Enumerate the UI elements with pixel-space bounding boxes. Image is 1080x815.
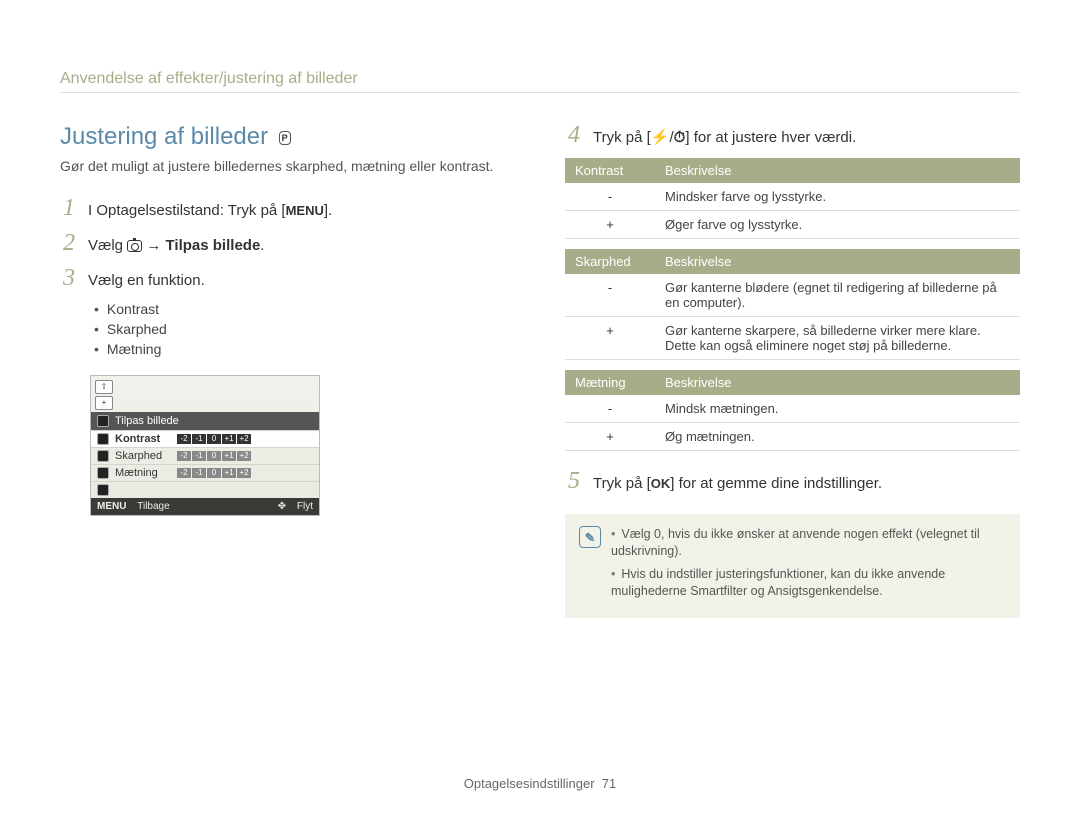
step-3-bullets: Kontrast Skarphed Mætning bbox=[94, 301, 515, 357]
th-beskrivelse: Beskrivelse bbox=[655, 249, 1020, 274]
camera-mode-icon: P bbox=[279, 131, 291, 145]
left-column: Justering af billeder P Gør det muligt a… bbox=[60, 123, 515, 618]
step-3: 3 Vælg en funktion. bbox=[60, 266, 515, 291]
timer-icon: ⏱ bbox=[674, 129, 686, 146]
th-maetning: Mætning bbox=[565, 370, 655, 395]
bullet-kontrast: Kontrast bbox=[94, 301, 515, 317]
lcd-row-label: Mætning bbox=[115, 467, 171, 479]
lcd-ticks: -2-10+1+2 bbox=[177, 468, 251, 478]
step-3-text: Vælg en funktion. bbox=[88, 266, 205, 291]
lcd-foot-left: Tilbage bbox=[137, 501, 169, 512]
table-row: +Øger farve og lysstyrke. bbox=[565, 211, 1020, 239]
lcd-icon-off: ⇧ bbox=[95, 380, 113, 394]
th-skarphed: Skarphed bbox=[565, 249, 655, 274]
step-5: 5 Tryk på [OK] for at gemme dine indstil… bbox=[565, 469, 1020, 494]
lcd-title-icon bbox=[97, 415, 109, 427]
note-icon: ✎ bbox=[579, 526, 601, 548]
lcd-ticks: -2-10+1+2 bbox=[177, 451, 251, 461]
lcd-foot-menu-key: MENU bbox=[97, 501, 126, 512]
lcd-row-icon bbox=[97, 467, 109, 479]
lcd-row-icon bbox=[97, 433, 109, 445]
th-kontrast: Kontrast bbox=[565, 158, 655, 183]
table-row: -Gør kanterne blødere (egnet til rediger… bbox=[565, 274, 1020, 317]
lcd-ticks: -2-10+1+2 bbox=[177, 434, 251, 444]
bullet-maetning: Mætning bbox=[94, 341, 515, 357]
table-row: -Mindsk mætningen. bbox=[565, 395, 1020, 423]
step-2-prefix: Vælg bbox=[88, 237, 127, 254]
table-row: +Gør kanterne skarpere, så billederne vi… bbox=[565, 317, 1020, 360]
step-2-bold: Tilpas billede bbox=[166, 237, 261, 254]
intro-text: Gør det muligt at justere billedernes sk… bbox=[60, 157, 515, 176]
lcd-row-maetning: Mætning -2-10+1+2 bbox=[91, 464, 319, 481]
step-2-suffix: . bbox=[260, 237, 264, 254]
lcd-row-icon bbox=[97, 450, 109, 462]
step-number: 2 bbox=[60, 231, 78, 255]
table-row: +Øg mætningen. bbox=[565, 423, 1020, 451]
th-beskrivelse: Beskrivelse bbox=[655, 158, 1020, 183]
lcd-row-kontrast: Kontrast -2-10+1+2 bbox=[91, 430, 319, 447]
footer-page-number: 71 bbox=[602, 776, 616, 791]
th-beskrivelse: Beskrivelse bbox=[655, 370, 1020, 395]
table-row: -Mindsker farve og lysstyrke. bbox=[565, 183, 1020, 211]
page-footer: Optagelsesindstillinger 71 bbox=[0, 776, 1080, 791]
menu-key-icon: MENU bbox=[286, 202, 324, 220]
step-1: 1 I Optagelsestilstand: Tryk på [MENU]. bbox=[60, 196, 515, 221]
step-1-prefix: I Optagelsestilstand: Tryk på [ bbox=[88, 202, 286, 219]
table-skarphed: SkarphedBeskrivelse -Gør kanterne bløder… bbox=[565, 249, 1020, 360]
step-number: 3 bbox=[60, 266, 78, 290]
flash-icon: ⚡ bbox=[651, 129, 670, 146]
camera-icon bbox=[127, 240, 142, 252]
lcd-preview: ⇧ + Tilpas billede Kontrast -2-10+1+2 S bbox=[90, 375, 320, 516]
note-item: Hvis du indstiller justeringsfunktioner,… bbox=[611, 566, 1006, 600]
lcd-title-row: Tilpas billede bbox=[91, 412, 319, 430]
step-4: 4 Tryk på [⚡/⏱] for at justere hver værd… bbox=[565, 123, 1020, 148]
step-5-suffix: ] for at gemme dine indstillinger. bbox=[670, 475, 882, 492]
step-number: 4 bbox=[565, 123, 583, 147]
breadcrumb: Anvendelse af effekter/justering af bill… bbox=[60, 70, 1020, 93]
table-maetning: MætningBeskrivelse -Mindsk mætningen. +Ø… bbox=[565, 370, 1020, 451]
step-2-arrow: → bbox=[142, 237, 165, 254]
lcd-row-skarphed: Skarphed -2-10+1+2 bbox=[91, 447, 319, 464]
right-column: 4 Tryk på [⚡/⏱] for at justere hver værd… bbox=[565, 123, 1020, 618]
lcd-footer: MENU Tilbage ✥ Flyt bbox=[91, 498, 319, 515]
step-4-prefix: Tryk på [ bbox=[593, 129, 651, 146]
lcd-row-extra bbox=[91, 481, 319, 498]
note-item: Vælg 0, hvis du ikke ønsker at anvende n… bbox=[611, 526, 1006, 560]
step-5-prefix: Tryk på [ bbox=[593, 475, 651, 492]
step-number: 5 bbox=[565, 469, 583, 493]
footer-section: Optagelsesindstillinger bbox=[464, 776, 595, 791]
lcd-title: Tilpas billede bbox=[115, 415, 179, 427]
note-box: ✎ Vælg 0, hvis du ikke ønsker at anvende… bbox=[565, 514, 1020, 618]
table-kontrast: KontrastBeskrivelse -Mindsker farve og l… bbox=[565, 158, 1020, 239]
page-title: Justering af billeder bbox=[60, 123, 268, 151]
lcd-row-label: Skarphed bbox=[115, 450, 171, 462]
ok-key-icon: OK bbox=[651, 475, 671, 493]
mode-badge-label: P bbox=[282, 133, 288, 143]
step-2: 2 Vælg → Tilpas billede. bbox=[60, 231, 515, 256]
lcd-row-label: Kontrast bbox=[115, 433, 171, 445]
lcd-foot-right: Flyt bbox=[297, 501, 313, 512]
step-4-suffix: ] for at justere hver værdi. bbox=[685, 129, 856, 146]
lcd-icon-plus: + bbox=[95, 396, 113, 410]
step-1-suffix: ]. bbox=[324, 202, 332, 219]
lcd-row-icon bbox=[97, 484, 109, 496]
nav-dpad-icon: ✥ bbox=[278, 501, 286, 512]
bullet-skarphed: Skarphed bbox=[94, 321, 515, 337]
step-number: 1 bbox=[60, 196, 78, 220]
